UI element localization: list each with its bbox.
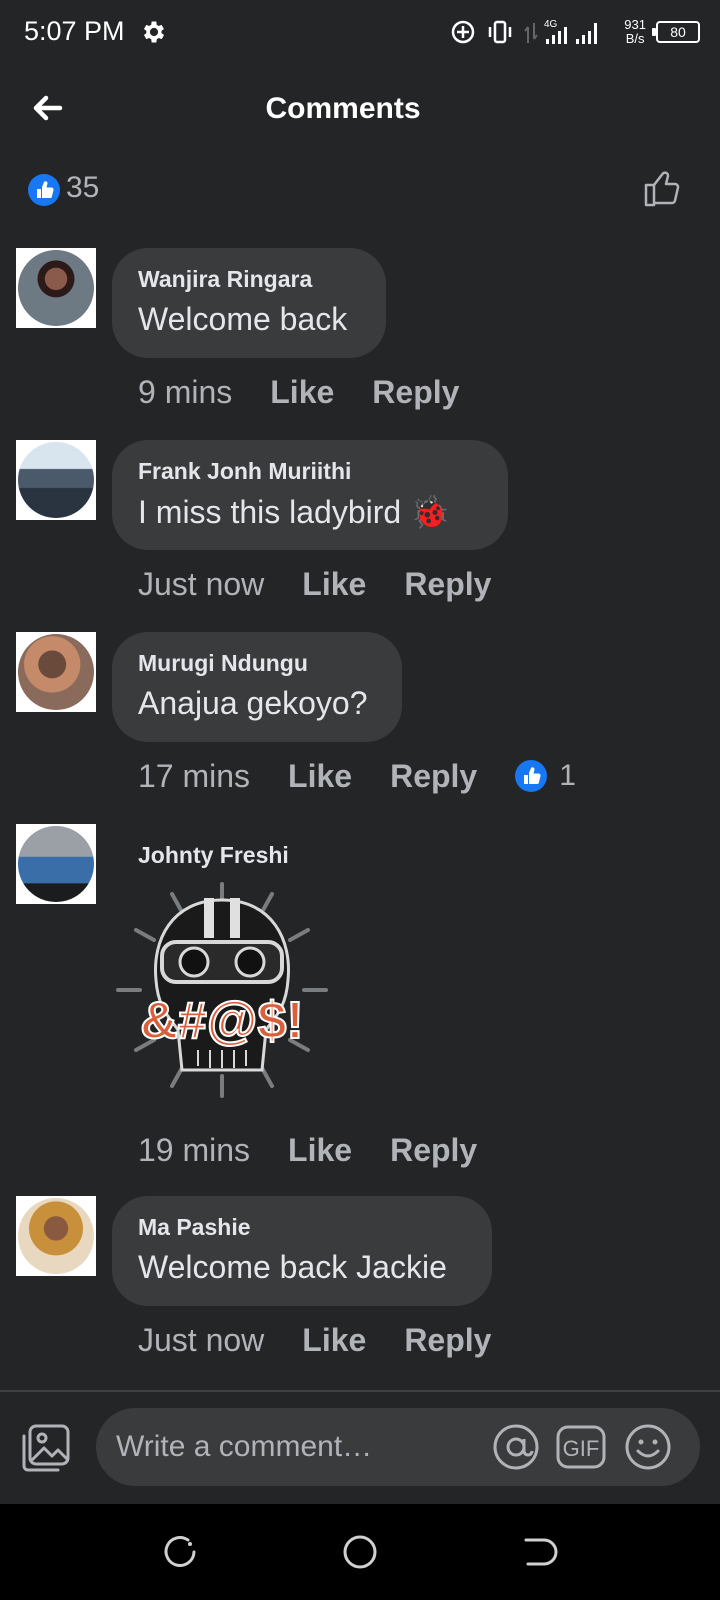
comment-reply-button[interactable]: Reply	[404, 1322, 491, 1359]
comment-time: 9 mins	[138, 373, 233, 410]
comment-reply-button[interactable]: Reply	[390, 1132, 477, 1169]
comment-meta: Just now Like Reply	[138, 1320, 529, 1360]
comment-time: Just now	[138, 1321, 265, 1358]
status-time: 5:07 PM	[24, 16, 125, 46]
gear-icon	[143, 21, 165, 43]
page-title: Comments	[265, 92, 421, 125]
comment-text: Welcome back	[138, 301, 348, 337]
avatar[interactable]	[16, 824, 96, 904]
emoji-icon[interactable]	[624, 1423, 672, 1471]
comment-text: Anajua gekoyo?	[138, 685, 368, 721]
comment-time: Just now	[138, 565, 265, 602]
comment-bubble[interactable]: Frank Jonh Muriithi I miss this ladybird…	[112, 440, 508, 550]
comment-meta: 17 mins Like Reply 1	[138, 756, 576, 796]
svg-text:GIF: GIF	[563, 1436, 600, 1461]
recent-apps-icon[interactable]	[160, 1532, 200, 1572]
sticker-text: &#@$!	[140, 992, 303, 1050]
vibrate-icon	[489, 20, 512, 44]
comment-author[interactable]: Ma Pashie	[138, 1214, 464, 1241]
status-bar: 5:07 PM 4G 931 B/s 80	[0, 0, 720, 64]
comment-like-button[interactable]: Like	[270, 374, 334, 411]
system-nav-bar	[0, 1504, 720, 1600]
avatar[interactable]	[16, 1196, 96, 1276]
comment-meta: Just now Like Reply	[138, 564, 529, 604]
location-icon	[452, 20, 475, 44]
comment-like-button[interactable]: Like	[288, 758, 352, 795]
comment-bubble[interactable]: Murugi Ndungu Anajua gekoyo?	[112, 632, 402, 742]
comment-meta: 19 mins Like Reply	[138, 1130, 515, 1170]
comment-like-button[interactable]: Like	[302, 1322, 366, 1359]
skull-sticker[interactable]: &#@$!	[112, 880, 332, 1100]
avatar[interactable]	[16, 248, 96, 328]
comment-bubble[interactable]: Ma Pashie Welcome back Jackie	[112, 1196, 492, 1306]
comment-author[interactable]: Johnty Freshi	[138, 842, 289, 869]
comment-input[interactable]	[116, 1408, 466, 1486]
home-icon[interactable]	[340, 1532, 380, 1572]
like-icon[interactable]	[515, 760, 548, 792]
comment-box[interactable]: GIF	[96, 1408, 700, 1486]
photo-icon[interactable]	[20, 1422, 72, 1474]
comment-time: 17 mins	[138, 757, 251, 794]
mention-icon[interactable]	[492, 1423, 540, 1471]
reaction-summary[interactable]: 35	[0, 165, 720, 215]
gif-icon[interactable]: GIF	[556, 1423, 606, 1471]
comment-author[interactable]: Wanjira Ringara	[138, 266, 358, 293]
avatar[interactable]	[16, 440, 96, 520]
comment-text: Welcome back Jackie	[138, 1249, 447, 1285]
comment-like-button[interactable]: Like	[288, 1132, 352, 1169]
avatar[interactable]	[16, 632, 96, 712]
header: Comments	[0, 70, 720, 150]
comment-author[interactable]: Murugi Ndungu	[138, 650, 374, 677]
comment-bubble[interactable]: Wanjira Ringara Welcome back	[112, 248, 386, 358]
comment-like-button[interactable]: Like	[302, 566, 366, 603]
battery-icon: 80	[652, 21, 700, 43]
back-nav-icon[interactable]	[520, 1532, 560, 1572]
comment-reply-button[interactable]: Reply	[372, 374, 459, 411]
comment-reply-button[interactable]: Reply	[390, 758, 477, 795]
like-icon	[28, 174, 60, 206]
comment-time: 19 mins	[138, 1131, 251, 1168]
comment-reply-button[interactable]: Reply	[404, 566, 491, 603]
signal-icon: 4G	[524, 19, 598, 44]
thumbs-up-outline-icon[interactable]	[642, 167, 684, 209]
net-speed: 931 B/s	[624, 17, 646, 46]
comment-composer: GIF	[0, 1392, 720, 1504]
comment-meta: 9 mins Like Reply	[138, 372, 497, 412]
svg-text:4G: 4G	[544, 19, 558, 30]
comment-text: I miss this ladybird 🐞	[138, 494, 450, 530]
comment-reaction-count: 1	[559, 759, 576, 792]
comment-author[interactable]: Frank Jonh Muriithi	[138, 458, 480, 485]
reaction-count: 35	[66, 171, 100, 204]
